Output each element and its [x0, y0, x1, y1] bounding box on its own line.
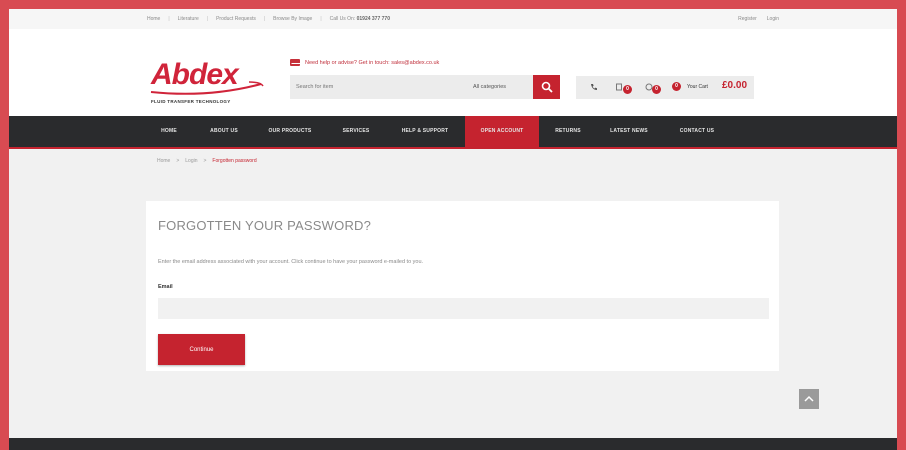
logo-tagline: FLUID TRANSFER TECHNOLOGY [151, 99, 231, 104]
header-utility-box: 0 0 0 Your Cart £0.00 [576, 76, 754, 99]
top-link-product-requests[interactable]: Product Requests [216, 16, 256, 22]
nav-item-returns[interactable]: RETURNS [547, 116, 589, 147]
site-footer [9, 438, 897, 450]
breadcrumb-home[interactable]: Home [157, 158, 170, 164]
nav-item-home[interactable]: HOME [149, 116, 189, 147]
abdex-logo[interactable]: Abdex FLUID TRANSFER TECHNOLOGY [149, 58, 269, 108]
search-button[interactable] [533, 75, 560, 99]
phone-icon[interactable] [590, 83, 598, 91]
top-link-browse-by-image[interactable]: Browse By Image [273, 16, 312, 22]
cart-total[interactable]: £0.00 [722, 80, 747, 91]
back-to-top-button[interactable] [799, 389, 819, 409]
main-navigation: HOME ABOUT US OUR PRODUCTS SERVICES HELP… [9, 116, 897, 149]
account-links: Register Login [738, 16, 779, 22]
nav-item-contact-us[interactable]: CONTACT US [669, 116, 725, 147]
nav-item-latest-news[interactable]: LATEST NEWS [601, 116, 657, 147]
cart-count-badge[interactable]: 0 [672, 82, 681, 91]
logo-swoosh-icon [150, 81, 264, 95]
email-label: Email [158, 284, 173, 290]
search-bar: All categories [290, 75, 560, 99]
top-links: Home | Literature | Product Requests | B… [147, 16, 390, 22]
cart-label[interactable]: Your Cart [687, 84, 708, 90]
nav-item-our-products[interactable]: OUR PRODUCTS [259, 116, 321, 147]
chevron-up-icon [804, 395, 814, 402]
site-header: Abdex FLUID TRANSFER TECHNOLOGY Need hel… [9, 29, 897, 125]
category-select[interactable]: All categories [473, 84, 506, 90]
wishlist-count-badge: 0 [652, 85, 661, 94]
page-title: FORGOTTEN YOUR PASSWORD? [158, 218, 372, 233]
help-text[interactable]: Need help or advise? Get in touch: sales… [305, 60, 439, 66]
login-link[interactable]: Login [767, 16, 779, 22]
call-us: Call Us On: 01924 377 770 [330, 16, 390, 22]
continue-button[interactable]: Continue [158, 334, 245, 365]
top-link-literature[interactable]: Literature [178, 16, 199, 22]
register-link[interactable]: Register [738, 16, 757, 22]
top-link-home[interactable]: Home [147, 16, 160, 22]
help-contact: Need help or advise? Get in touch: sales… [290, 59, 439, 66]
breadcrumb-current[interactable]: Forgotten password [212, 158, 256, 164]
form-description: Enter the email address associated with … [158, 259, 424, 265]
mail-icon [290, 59, 300, 66]
breadcrumb: Home > Login > Forgotten password [157, 158, 257, 164]
call-label: Call Us On: [329, 16, 356, 22]
search-icon [541, 81, 553, 93]
email-field[interactable] [158, 298, 769, 319]
nav-item-services[interactable]: SERVICES [331, 116, 381, 147]
top-utility-bar: Home | Literature | Product Requests | B… [9, 9, 897, 29]
breadcrumb-login[interactable]: Login [185, 158, 197, 164]
search-input[interactable] [296, 81, 446, 93]
nav-item-help-support[interactable]: HELP & SUPPORT [391, 116, 459, 147]
nav-item-about-us[interactable]: ABOUT US [199, 116, 249, 147]
phone-number: 01924 377 770 [356, 16, 390, 22]
nav-item-open-account[interactable]: OPEN ACCOUNT [465, 116, 539, 147]
page: Home | Literature | Product Requests | B… [9, 9, 897, 450]
compare-count-badge: 0 [623, 85, 632, 94]
forgotten-password-panel: FORGOTTEN YOUR PASSWORD? Enter the email… [146, 201, 779, 371]
